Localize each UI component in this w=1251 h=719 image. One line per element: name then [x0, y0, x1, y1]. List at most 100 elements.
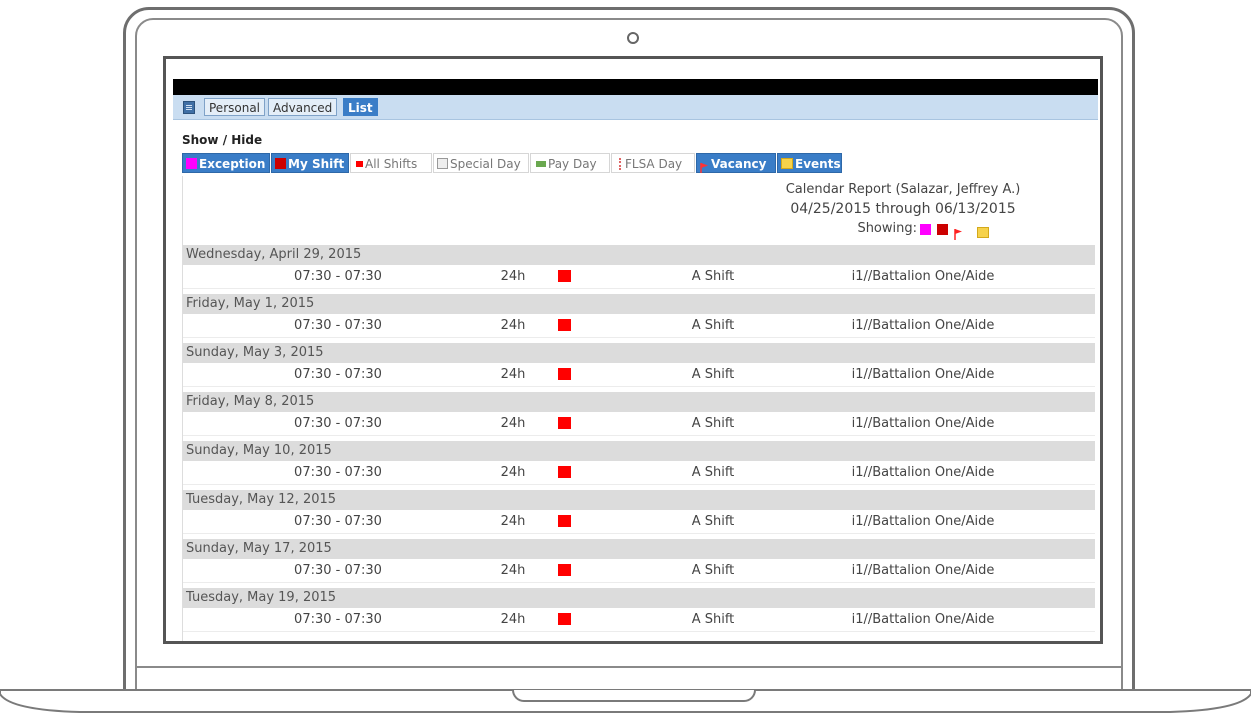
- darkred-square-icon: [275, 158, 286, 169]
- shift-hours: 24h: [500, 465, 526, 480]
- shift-assignment: i1//Battalion One/Aide: [851, 367, 995, 382]
- filter-label: Vacancy: [711, 157, 767, 171]
- report-date-range: 04/25/2015 through 06/13/2015: [790, 201, 1016, 217]
- filter-exception[interactable]: Exception: [182, 153, 270, 173]
- table-row[interactable]: 07:30 - 07:30 24h A Shift i1//Battalion …: [183, 265, 1095, 289]
- date-header: Wednesday, April 29, 2015: [183, 245, 1095, 265]
- shift-time: 07:30 - 07:30: [294, 416, 382, 431]
- shift-name: A Shift: [691, 563, 735, 578]
- shift-assignment: i1//Battalion One/Aide: [851, 612, 995, 627]
- red-flag-icon: [700, 159, 709, 173]
- shift-name: A Shift: [691, 514, 735, 529]
- special-day-icon: [437, 158, 448, 169]
- shift-hours: 24h: [500, 269, 526, 284]
- showing-label: Showing:: [857, 221, 917, 236]
- bezel-divider: [135, 666, 1123, 668]
- date-header: Friday, May 1, 2015: [183, 294, 1095, 314]
- filter-pay-day[interactable]: Pay Day: [530, 153, 610, 173]
- table-row[interactable]: 07:30 - 07:30 24h A Shift i1//Battalion …: [183, 608, 1095, 632]
- camera-icon: [627, 32, 639, 44]
- dashed-line-icon: [619, 157, 621, 170]
- table-row[interactable]: 07:30 - 07:30 24h A Shift i1//Battalion …: [183, 363, 1095, 387]
- my-shift-marker-icon: [558, 613, 571, 625]
- shift-assignment: i1//Battalion One/Aide: [851, 563, 995, 578]
- darkred-square-icon: [937, 224, 948, 235]
- my-shift-marker-icon: [558, 466, 571, 478]
- filter-all-shifts[interactable]: All Shifts: [350, 153, 432, 173]
- date-header: Sunday, May 3, 2015: [183, 343, 1095, 363]
- shift-hours: 24h: [500, 416, 526, 431]
- shift-time: 07:30 - 07:30: [294, 612, 382, 627]
- shift-time: 07:30 - 07:30: [294, 563, 382, 578]
- view-tab-bar: Personal Advanced List: [173, 95, 1098, 120]
- my-shift-marker-icon: [558, 319, 571, 331]
- shift-assignment: i1//Battalion One/Aide: [851, 416, 995, 431]
- app-screen: Personal Advanced List Show / Hide Excep…: [163, 56, 1103, 644]
- filter-vacancy[interactable]: Vacancy: [696, 153, 776, 173]
- filter-label: Pay Day: [548, 157, 597, 171]
- money-icon: [536, 160, 546, 167]
- top-header-bar: [173, 79, 1098, 95]
- table-row[interactable]: 07:30 - 07:30 24h A Shift i1//Battalion …: [183, 314, 1095, 338]
- shift-assignment: i1//Battalion One/Aide: [851, 514, 995, 529]
- my-shift-marker-icon: [558, 417, 571, 429]
- shift-name: A Shift: [691, 465, 735, 480]
- tab-advanced[interactable]: Advanced: [268, 98, 338, 116]
- tab-list[interactable]: List: [343, 98, 378, 116]
- calendar-icon[interactable]: [183, 101, 195, 114]
- filter-label: Special Day: [450, 157, 521, 171]
- shift-name: A Shift: [691, 416, 735, 431]
- shift-time: 07:30 - 07:30: [294, 318, 382, 333]
- shift-assignment: i1//Battalion One/Aide: [851, 318, 995, 333]
- my-shift-marker-icon: [558, 515, 571, 527]
- report-title: Calendar Report (Salazar, Jeffrey A.): [785, 182, 1021, 197]
- note-icon: [781, 158, 793, 169]
- date-header: Tuesday, May 19, 2015: [183, 588, 1095, 608]
- filter-flsa-day[interactable]: FLSA Day: [611, 153, 695, 173]
- shift-hours: 24h: [500, 318, 526, 333]
- shift-hours: 24h: [500, 612, 526, 627]
- shift-assignment: i1//Battalion One/Aide: [851, 269, 995, 284]
- table-row[interactable]: 07:30 - 07:30 24h A Shift i1//Battalion …: [183, 510, 1095, 534]
- date-header: Tuesday, May 12, 2015: [183, 490, 1095, 510]
- filter-label: My Shift: [288, 157, 345, 171]
- my-shift-marker-icon: [558, 564, 571, 576]
- shift-time: 07:30 - 07:30: [294, 514, 382, 529]
- date-header: Sunday, May 17, 2015: [183, 539, 1095, 559]
- laptop-notch: [512, 690, 756, 702]
- date-header: Friday, May 8, 2015: [183, 392, 1095, 412]
- shift-time: 07:30 - 07:30: [294, 465, 382, 480]
- shift-hours: 24h: [500, 367, 526, 382]
- shift-name: A Shift: [691, 269, 735, 284]
- shift-name: A Shift: [691, 318, 735, 333]
- filter-label: All Shifts: [365, 157, 418, 171]
- tab-personal[interactable]: Personal: [204, 98, 266, 116]
- shift-hours: 24h: [500, 563, 526, 578]
- table-row[interactable]: 07:30 - 07:30 24h A Shift i1//Battalion …: [183, 559, 1095, 583]
- shift-hours: 24h: [500, 514, 526, 529]
- filter-events[interactable]: Events: [777, 153, 842, 173]
- filter-my-shift[interactable]: My Shift: [271, 153, 349, 173]
- filter-label: Exception: [199, 157, 266, 171]
- calendar-report-list: Calendar Report (Salazar, Jeffrey A.) 04…: [182, 176, 1095, 641]
- my-shift-marker-icon: [558, 270, 571, 282]
- note-icon: [977, 227, 989, 238]
- red-flag-icon: [954, 225, 963, 244]
- filter-special-day[interactable]: Special Day: [433, 153, 529, 173]
- report-header: Calendar Report (Salazar, Jeffrey A.) 04…: [183, 176, 1095, 244]
- filter-label: FLSA Day: [625, 157, 683, 171]
- magenta-square-icon: [920, 224, 931, 235]
- shift-name: A Shift: [691, 367, 735, 382]
- shift-assignment: i1//Battalion One/Aide: [851, 465, 995, 480]
- shift-time: 07:30 - 07:30: [294, 269, 382, 284]
- table-row[interactable]: 07:30 - 07:30 24h A Shift i1//Battalion …: [183, 461, 1095, 485]
- table-row[interactable]: 07:30 - 07:30 24h A Shift i1//Battalion …: [183, 412, 1095, 436]
- show-hide-heading: Show / Hide: [182, 133, 263, 147]
- shift-time: 07:30 - 07:30: [294, 367, 382, 382]
- my-shift-marker-icon: [558, 368, 571, 380]
- date-header: Sunday, May 10, 2015: [183, 441, 1095, 461]
- shift-name: A Shift: [691, 612, 735, 627]
- filter-label: Events: [795, 157, 841, 171]
- red-small-square-icon: [356, 160, 363, 167]
- magenta-square-icon: [186, 158, 197, 169]
